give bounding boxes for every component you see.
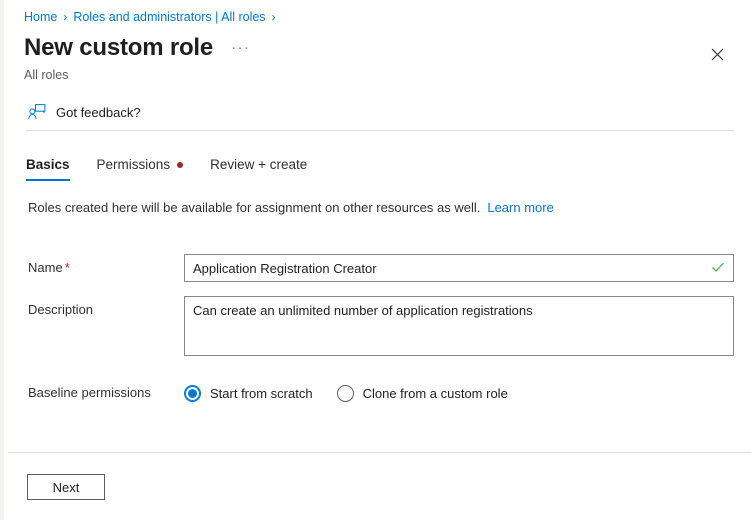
radio-start-from-scratch-label: Start from scratch	[210, 386, 313, 401]
baseline-permissions-label: Baseline permissions	[28, 379, 184, 407]
feedback-person-icon	[26, 102, 48, 122]
tab-basics-label: Basics	[26, 157, 70, 172]
baseline-permissions-row: Baseline permissions Start from scratch …	[28, 379, 532, 407]
tab-review-create-label: Review + create	[210, 157, 307, 172]
breadcrumb-item-home[interactable]: Home	[24, 10, 57, 24]
tab-list: Basics Permissions Review + create	[26, 157, 334, 181]
breadcrumb-item-roles-and-administrators[interactable]: Roles and administrators | All roles	[73, 10, 265, 24]
description-textarea[interactable]	[184, 296, 734, 356]
radio-clone-from-custom-role-label: Clone from a custom role	[363, 386, 508, 401]
name-required-marker: *	[65, 260, 70, 275]
description-field-label: Description	[28, 296, 184, 324]
new-custom-role-blade: Home › Roles and administrators | All ro…	[4, 0, 751, 520]
tab-permissions[interactable]: Permissions	[97, 157, 184, 181]
name-field-label: Name*	[28, 254, 184, 282]
breadcrumb-separator-icon: ›	[63, 10, 67, 24]
breadcrumb: Home › Roles and administrators | All ro…	[24, 8, 282, 26]
tab-permissions-badge-dot	[177, 162, 183, 168]
info-text-row: Roles created here will be available for…	[28, 200, 554, 215]
close-icon[interactable]	[705, 42, 729, 66]
tab-review-create[interactable]: Review + create	[210, 157, 307, 181]
radio-start-from-scratch[interactable]: Start from scratch	[184, 385, 313, 402]
footer-divider	[8, 452, 751, 453]
more-options-icon[interactable]: ···	[231, 39, 251, 57]
breadcrumb-separator-icon-2: ›	[272, 10, 276, 24]
radio-selected-icon	[184, 385, 201, 402]
page-subtitle: All roles	[24, 68, 68, 82]
tab-permissions-label: Permissions	[97, 157, 171, 172]
description-field-row: Description	[28, 296, 734, 356]
got-feedback-button[interactable]: Got feedback?	[26, 98, 141, 126]
name-input-wrap	[184, 254, 734, 282]
name-input[interactable]	[184, 254, 734, 282]
page-title: New custom role	[24, 33, 213, 63]
baseline-permissions-radio-group: Start from scratch Clone from a custom r…	[184, 379, 532, 407]
radio-clone-from-custom-role[interactable]: Clone from a custom role	[337, 385, 508, 402]
tab-basics[interactable]: Basics	[26, 157, 70, 181]
radio-unselected-icon	[337, 385, 354, 402]
next-button[interactable]: Next	[27, 474, 105, 500]
info-text: Roles created here will be available for…	[28, 200, 480, 215]
commandbar-divider	[26, 130, 734, 131]
title-row: New custom role ···	[24, 33, 251, 63]
got-feedback-label: Got feedback?	[56, 105, 141, 120]
name-field-row: Name*	[28, 254, 734, 282]
learn-more-link[interactable]: Learn more	[487, 200, 553, 215]
name-label-text: Name	[28, 260, 63, 275]
